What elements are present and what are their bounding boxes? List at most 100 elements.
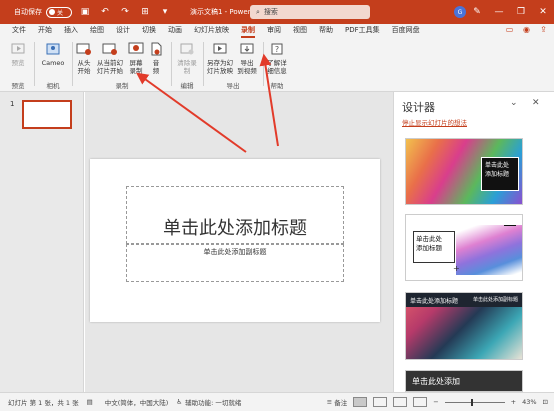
ribbon: 预览 预览 Cameo 相机 从头 开始 从当前幻 灯片开始 屏幕 录制 音 频…: [0, 38, 554, 92]
tab-transitions[interactable]: 切换: [142, 24, 156, 38]
spellcheck-icon[interactable]: ▤: [87, 398, 93, 406]
slide-editing-area: 单击此处添加标题 单击此处添加副标题: [85, 92, 393, 392]
present-icon[interactable]: ⊞: [138, 5, 152, 19]
preview-button[interactable]: 预览: [6, 42, 30, 67]
learn-more-button[interactable]: ? 了解详 细信息: [265, 42, 289, 75]
share-icon[interactable]: ⇪: [537, 25, 550, 37]
record-from-current-button[interactable]: 从当前幻 灯片开始: [94, 42, 126, 75]
help-book-icon: ?: [271, 43, 283, 55]
slide-thumbnail[interactable]: [22, 100, 72, 129]
record-icon[interactable]: ◉: [520, 25, 533, 37]
design-idea-4[interactable]: 单击此处添加: [405, 370, 523, 392]
tab-insert[interactable]: 插入: [64, 24, 78, 38]
design-idea-3-bar: 单击此处添加标题 单击此处添加副标题: [406, 293, 522, 307]
group-label-record: 录制: [115, 82, 129, 90]
reading-view-button[interactable]: [393, 397, 408, 407]
accessibility-status[interactable]: 辅助功能: 一切就绪: [185, 397, 241, 407]
stop-showing-ideas-link[interactable]: 停止显示幻灯片的想法: [402, 117, 467, 127]
clear-recording-button[interactable]: 清除录 制: [175, 42, 199, 75]
tab-draw[interactable]: 绘图: [90, 24, 104, 38]
zoom-slider[interactable]: [444, 398, 505, 406]
tab-pdf-tools[interactable]: PDF工具集: [345, 24, 380, 38]
tab-design[interactable]: 设计: [116, 24, 130, 38]
screen-recording-icon: [128, 42, 144, 54]
ribbon-tabs: 文件 开始 插入 绘图 设计 切换 动画 幻灯片放映 录制 审阅 视图 帮助 P…: [0, 24, 554, 38]
search-icon: ⌕: [256, 7, 260, 16]
pen-icon[interactable]: ✎: [466, 0, 488, 24]
close-icon[interactable]: ✕: [532, 98, 540, 108]
design-idea-1[interactable]: 单击此处 添加标题: [405, 138, 523, 205]
notes-icon: ≡: [326, 398, 333, 406]
save-as-show-button[interactable]: 另存为幻 灯片放映: [205, 42, 235, 75]
design-idea-1-textbox: 单击此处 添加标题: [481, 157, 519, 191]
restore-button[interactable]: ❐: [510, 0, 532, 24]
learn-more-label-2: 细信息: [267, 67, 287, 75]
group-record: 从头 开始 从当前幻 灯片开始 屏幕 录制 音 频 录制: [74, 40, 170, 90]
designer-title: 设计器: [402, 101, 435, 114]
design-idea-2-textbox: 单击此处 添加标题: [413, 231, 455, 263]
record-from-current-label-2: 灯片开始: [97, 67, 123, 75]
tab-animations[interactable]: 动画: [168, 24, 182, 38]
save-icon[interactable]: ▣: [78, 5, 92, 19]
avatar[interactable]: G: [454, 6, 466, 18]
minimize-button[interactable]: —: [488, 0, 510, 24]
cameo-label: Cameo: [41, 59, 65, 67]
record-from-start-label-1: 从头: [77, 59, 91, 67]
clear-recording-icon: [180, 43, 194, 55]
autosave-toggle[interactable]: 关: [46, 6, 72, 18]
zoom-in-icon[interactable]: +: [511, 398, 516, 406]
clear-recording-label-1: 清除录: [177, 59, 197, 67]
redo-icon[interactable]: ↷: [118, 5, 132, 19]
save-as-show-label-1: 另存为幻: [207, 59, 233, 67]
slide-canvas[interactable]: 单击此处添加标题 单击此处添加副标题: [90, 159, 380, 322]
design-idea-4-text: 单击此处添加: [412, 377, 460, 386]
slide-sorter-button[interactable]: [373, 397, 388, 407]
subtitle-placeholder[interactable]: 单击此处添加副标题: [126, 244, 344, 282]
group-export: 另存为幻 灯片放映 导出 到视频 导出: [205, 40, 261, 90]
search-input[interactable]: ⌕ 搜索: [250, 5, 370, 19]
normal-view-button[interactable]: [353, 397, 368, 407]
zoom-level[interactable]: 43%: [522, 398, 536, 406]
group-label-help: 帮助: [270, 82, 284, 90]
group-label-camera: 相机: [46, 82, 60, 90]
group-camera: Cameo 相机: [36, 40, 70, 90]
design-idea-3-title: 单击此处添加标题: [410, 298, 459, 305]
design-idea-2[interactable]: 单击此处 添加标题 +: [405, 214, 523, 281]
save-as-show-icon: [213, 43, 227, 54]
title-placeholder[interactable]: 单击此处添加标题: [126, 186, 344, 244]
slideshow-view-button[interactable]: [413, 397, 428, 407]
tab-baidu-netdisk[interactable]: 百度网盘: [392, 24, 420, 38]
notes-button[interactable]: 备注: [334, 397, 347, 407]
design-idea-2-text-2: 添加标题: [416, 244, 442, 252]
tab-review[interactable]: 审阅: [267, 24, 281, 38]
design-idea-1-text-2: 添加标题: [485, 171, 510, 178]
design-idea-1-text-1: 单击此处: [485, 162, 510, 169]
close-button[interactable]: ✕: [532, 0, 554, 24]
fit-to-window-icon[interactable]: ⊡: [543, 398, 548, 406]
export-video-button[interactable]: 导出 到视频: [235, 42, 259, 75]
undo-icon[interactable]: ↶: [98, 5, 112, 19]
cameo-button[interactable]: Cameo: [39, 42, 67, 67]
export-video-label-1: 导出: [240, 59, 254, 67]
ribbon-separator: [171, 42, 172, 86]
audio-button[interactable]: 音 频: [146, 42, 166, 75]
tab-view[interactable]: 视图: [293, 24, 307, 38]
customize-quick-access-icon[interactable]: ▾: [158, 5, 172, 19]
language-indicator[interactable]: 中文(简体，中国大陆): [105, 397, 169, 407]
tab-home[interactable]: 开始: [38, 24, 52, 38]
comments-icon[interactable]: ▭: [503, 25, 516, 37]
tab-file[interactable]: 文件: [12, 24, 26, 38]
group-help: ? 了解详 细信息 帮助: [265, 40, 289, 90]
screen-recording-button[interactable]: 屏幕 录制: [126, 42, 146, 75]
tab-slideshow[interactable]: 幻灯片放映: [194, 24, 229, 38]
zoom-out-icon[interactable]: −: [433, 398, 438, 406]
chevron-down-icon[interactable]: ⌄: [510, 98, 518, 108]
status-bar: 幻灯片 第 1 张，共 1 张 ▤ 中文(简体，中国大陆) ♿ 辅助功能: 一切…: [0, 392, 554, 411]
screen-recording-label-2: 录制: [129, 67, 143, 75]
zoom-slider-knob[interactable]: [470, 398, 473, 406]
record-from-start-button[interactable]: 从头 开始: [74, 42, 94, 75]
tab-help[interactable]: 帮助: [319, 24, 333, 38]
screen-recording-label-1: 屏幕: [129, 59, 143, 67]
tab-record[interactable]: 录制: [241, 24, 255, 38]
design-idea-3[interactable]: 单击此处添加标题 单击此处添加副标题: [405, 292, 523, 360]
